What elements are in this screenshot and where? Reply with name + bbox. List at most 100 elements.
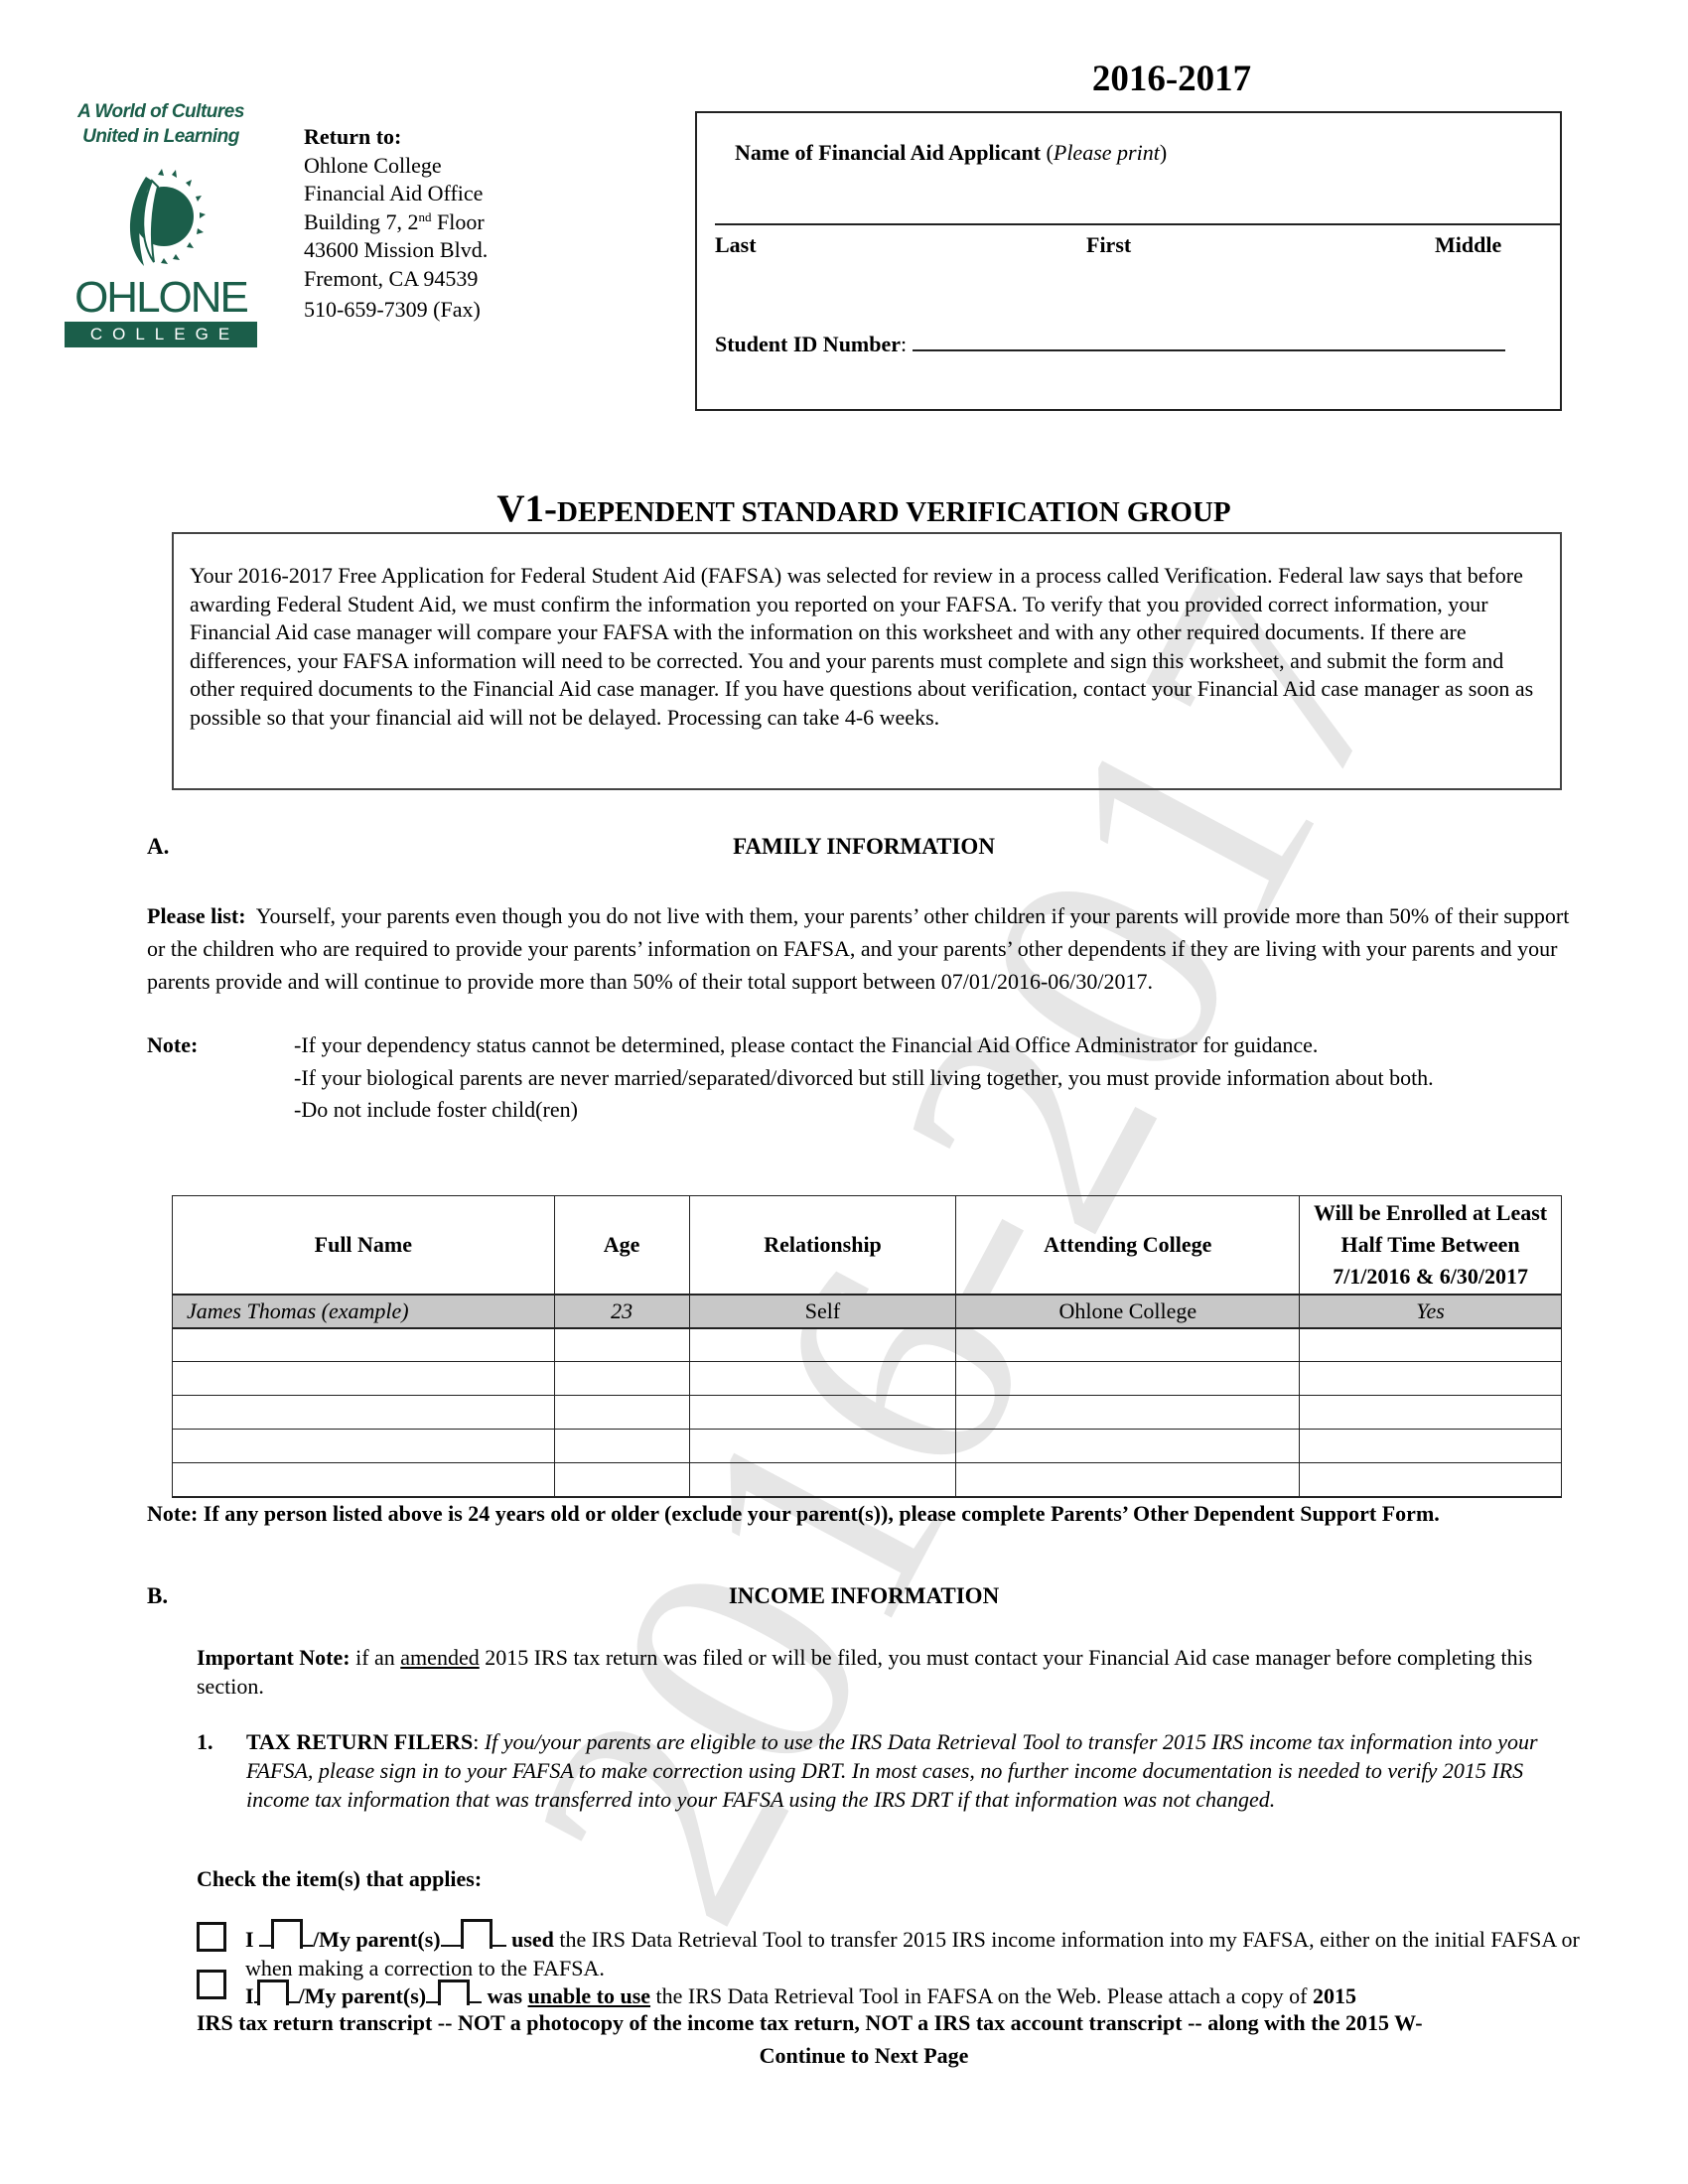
note-item: -If your biological parents are never ma… [294,1064,1434,1090]
return-line: Fremont, CA 94539 [304,265,479,291]
important-note: Important Note: if an amended 2015 IRS t… [197,1643,1577,1701]
family-notes: Note: -If your dependency status cannot … [147,1029,1587,1127]
feather-sun-emblem-icon [106,167,215,276]
col-enrolled-half-time: Will be Enrolled at Least Half Time Betw… [1299,1195,1562,1295]
important-note-text: if an [350,1645,401,1670]
col-full-name: Full Name [172,1195,555,1295]
check-items-label: Check the item(s) that applies: [197,1866,483,1891]
full-name-cell[interactable] [172,1395,555,1430]
col-relationship: Relationship [688,1195,957,1295]
return-line: Building 7, 2nd Floor [304,208,488,237]
i-label: I [245,1927,254,1952]
option-1-checkbox[interactable] [197,1922,226,1952]
college-cell[interactable] [955,1462,1301,1498]
table-row [172,1429,1562,1463]
student-id-field: Student ID Number: [715,332,1506,357]
example-relationship: Self [688,1293,957,1329]
name-entry-line[interactable] [715,223,1562,225]
full-name-cell[interactable] [172,1429,555,1463]
relationship-cell[interactable] [688,1429,957,1463]
enrolled-cell[interactable] [1299,1395,1562,1430]
student-id-input[interactable] [913,334,1506,351]
item-title: TAX RETURN FILERS [246,1729,474,1754]
middle-name-label: Middle [1435,232,1502,257]
table-header-row: Full Name Age Relationship Attending Col… [172,1195,1562,1295]
title-text: DEPENDENT STANDARD VERIFICATION GROUP [557,496,1231,528]
note-label: Note: [147,1032,199,1057]
full-name-cell[interactable] [172,1327,555,1362]
parent-checkbox[interactable] [438,1979,471,2005]
floor-superscript: nd [418,208,432,224]
important-note-label: Important Note: [197,1645,351,1670]
transcript-instructions: IRS tax return transcript -- NOT a photo… [197,2008,1587,2037]
relationship-cell[interactable] [688,1395,957,1430]
transcript-bold-text: IRS tax return transcript -- NOT a photo… [197,2010,1423,2035]
option-used-drt: I /My parent(s) used the IRS Data Retrie… [197,1919,1587,1982]
continue-to-next-page: Continue to Next Page [759,2043,969,2068]
college-cell[interactable] [955,1429,1301,1463]
floor-text: Floor [431,208,485,234]
item-number: 1. [197,1729,213,1754]
example-enrolled: Yes [1299,1293,1562,1329]
family-footnote: Note: If any person listed above is 24 y… [147,1501,1440,1526]
award-year: 2016-2017 [1091,59,1252,99]
age-cell[interactable] [553,1462,690,1498]
age-cell[interactable] [553,1429,690,1463]
college-cell[interactable] [955,1327,1301,1362]
age-cell[interactable] [553,1395,690,1430]
age-cell[interactable] [553,1327,690,1362]
example-college: Ohlone College [955,1293,1301,1329]
verb-used: used [511,1927,554,1952]
parent-checkbox[interactable] [460,1919,492,1949]
unable-to-use-text: unable to use [527,1983,651,2008]
college-cell[interactable] [955,1361,1301,1396]
parents-label: /My parent(s) [313,1927,441,1952]
college-cell[interactable] [955,1395,1301,1430]
enrolled-cell[interactable] [1299,1361,1562,1396]
logo-tagline: A World of Cultures United in Learning [62,99,260,149]
applicant-name-label: Name of Financial Aid Applicant [735,140,1042,165]
please-print-hint: Please print [1053,140,1160,165]
note-item: -If your dependency status cannot be det… [294,1032,1319,1057]
table-row [172,1327,1562,1362]
tagline-line-1: A World of Cultures [77,101,244,122]
please-list-text: Yourself, your parents even though you d… [147,903,1570,994]
section-b-heading: INCOME INFORMATION [728,1583,1000,1608]
option-2-checkbox[interactable] [197,1970,226,1999]
tagline-line-2: United in Learning [82,126,239,147]
enrolled-cell[interactable] [1299,1462,1562,1498]
verb-was: was [487,1983,523,2008]
student-checkbox[interactable] [271,1919,304,1949]
page-title: V1-DEPENDENT STANDARD VERIFICATION GROUP [169,486,1559,531]
tax-return-filers-item: 1. TAX RETURN FILERS: If you/your parent… [197,1729,1538,1812]
return-line: Ohlone College [304,152,442,178]
parents-label: /My parent(s) [298,1983,427,2008]
enrolled-cell[interactable] [1299,1429,1562,1463]
last-name-label: Last [715,232,757,257]
relationship-cell[interactable] [688,1327,957,1362]
example-full-name: James Thomas (example) [172,1293,555,1329]
please-list-paragraph: Please list: Yourself, your parents even… [147,899,1587,998]
enrolled-cell[interactable] [1299,1327,1562,1362]
note-item: -Do not include foster child(ren) [294,1097,578,1122]
table-row [172,1361,1562,1396]
col-attending-college: Attending College [955,1195,1301,1295]
return-to-label: Return to: [304,124,402,149]
student-checkbox[interactable] [256,1979,289,2005]
full-name-cell[interactable] [172,1361,555,1396]
return-address: Return to: Ohlone College Financial Aid … [304,123,488,325]
section-a-letter: A. [147,834,170,859]
ohlone-college-logo: A World of Cultures United in Learning O… [62,99,260,347]
applicant-name-heading: Name of Financial Aid Applicant (Please … [735,140,1168,165]
relationship-cell[interactable] [688,1462,957,1498]
option-unable-drt: I/My parent(s) was unable to use the IRS… [197,1970,1587,2010]
section-b-letter: B. [147,1583,169,1608]
age-cell[interactable] [553,1361,690,1396]
full-name-cell[interactable] [172,1462,555,1498]
relationship-cell[interactable] [688,1361,957,1396]
first-name-label: First [1086,232,1132,257]
section-a-heading: FAMILY INFORMATION [733,834,995,859]
example-age: 23 [553,1293,690,1329]
fax-line: 510-659-7309 (Fax) [304,297,481,322]
i-label: I [245,1983,254,2008]
